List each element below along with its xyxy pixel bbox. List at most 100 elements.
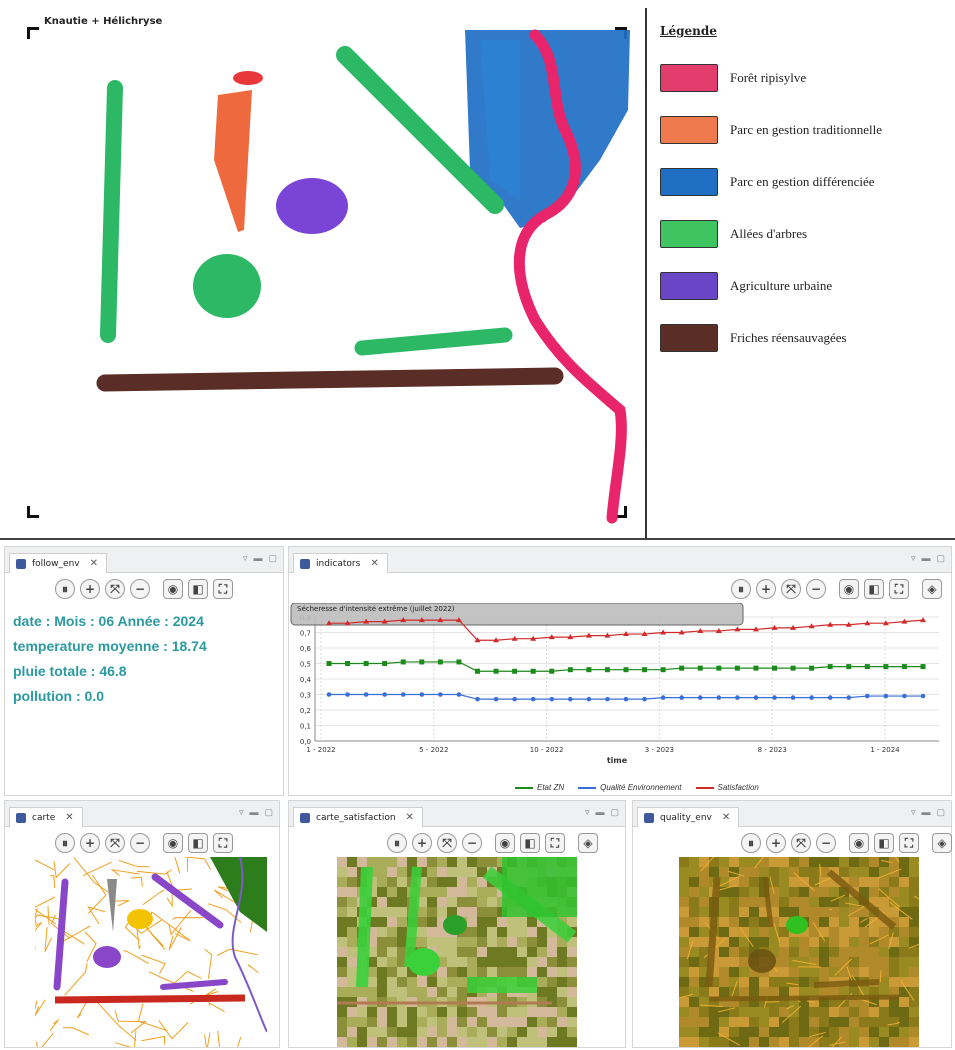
- tab-follow-env[interactable]: follow_env ✕: [9, 553, 108, 573]
- maximize-icon[interactable]: ▢: [936, 553, 945, 564]
- grid-cell: [899, 1027, 909, 1037]
- data-point: [716, 695, 722, 700]
- zoom-in-button[interactable]: +: [756, 579, 776, 599]
- grid-cell: [769, 857, 779, 867]
- fit-button[interactable]: ⤧: [781, 579, 801, 599]
- zoom-out-button[interactable]: −: [130, 833, 150, 853]
- grid-cell: [337, 967, 347, 977]
- minimize-icon[interactable]: ▬: [253, 553, 262, 564]
- tab-carte-satisfaction[interactable]: carte_satisfaction ✕: [293, 807, 423, 827]
- maximize-icon[interactable]: ▢: [610, 807, 619, 818]
- grid-cell: [347, 927, 357, 937]
- background-button[interactable]: ◧: [188, 579, 208, 599]
- grid-cell: [467, 867, 477, 877]
- zoom-in-button[interactable]: +: [412, 833, 432, 853]
- background-button[interactable]: ◧: [874, 833, 894, 853]
- fit-button[interactable]: ⤧: [105, 833, 125, 853]
- snapshot-button[interactable]: ◉: [839, 579, 859, 599]
- grid-cell: [699, 1017, 709, 1027]
- zoom-in-button[interactable]: +: [80, 579, 100, 599]
- fit-button[interactable]: ⤧: [437, 833, 457, 853]
- grid-cell: [447, 897, 457, 907]
- pause-button[interactable]: ⏸: [55, 579, 75, 599]
- layers-button[interactable]: ◈: [922, 579, 942, 599]
- grid-cell: [447, 1007, 457, 1017]
- purple-agri-area: [93, 946, 121, 968]
- background-button[interactable]: ◧: [188, 833, 208, 853]
- close-icon[interactable]: ✕: [406, 812, 414, 823]
- close-icon[interactable]: ✕: [370, 558, 378, 569]
- layers-button[interactable]: ◈: [932, 833, 952, 853]
- grid-cell: [377, 977, 387, 987]
- green-alley-bottom: [354, 327, 513, 356]
- chart-legend-item: Satisfaction: [695, 783, 759, 792]
- zoom-out-button[interactable]: −: [462, 833, 482, 853]
- grid-cell: [397, 1007, 407, 1017]
- dark-strip: [708, 994, 900, 1002]
- fullscreen-button[interactable]: ⛶: [889, 579, 909, 599]
- pause-button[interactable]: ⏸: [731, 579, 751, 599]
- maximize-icon[interactable]: ▢: [268, 553, 277, 564]
- fullscreen-button[interactable]: ⛶: [213, 579, 233, 599]
- pause-button[interactable]: ⏸: [387, 833, 407, 853]
- pause-button[interactable]: ⏸: [741, 833, 761, 853]
- zoom-out-button[interactable]: −: [816, 833, 836, 853]
- green-alley-left: [100, 80, 123, 343]
- snapshot-button[interactable]: ◉: [163, 833, 183, 853]
- grid-cell: [849, 867, 859, 877]
- menu-icon[interactable]: ▿: [239, 807, 244, 818]
- grid-cell: [397, 987, 407, 997]
- close-icon[interactable]: ✕: [722, 812, 730, 823]
- carte-map[interactable]: [35, 857, 267, 1047]
- fullscreen-button[interactable]: ⛶: [213, 833, 233, 853]
- snapshot-button[interactable]: ◉: [849, 833, 869, 853]
- menu-icon[interactable]: ▿: [911, 807, 916, 818]
- tab-carte[interactable]: carte ✕: [9, 807, 83, 827]
- menu-icon[interactable]: ▿: [585, 807, 590, 818]
- grid-cell: [759, 1017, 769, 1027]
- layers-button[interactable]: ◈: [578, 833, 598, 853]
- minimize-icon[interactable]: ▬: [249, 807, 258, 818]
- fullscreen-button[interactable]: ⛶: [899, 833, 919, 853]
- background-button[interactable]: ◧: [520, 833, 540, 853]
- maximize-icon[interactable]: ▢: [936, 807, 945, 818]
- grid-cell: [377, 947, 387, 957]
- snapshot-button[interactable]: ◉: [163, 579, 183, 599]
- minimize-icon[interactable]: ▬: [921, 807, 930, 818]
- grid-cell: [487, 927, 497, 937]
- grid-cell: [899, 877, 909, 887]
- fullscreen-button[interactable]: ⛶: [545, 833, 565, 853]
- fit-button[interactable]: ⤧: [791, 833, 811, 853]
- minimize-icon[interactable]: ▬: [921, 553, 930, 564]
- background-button[interactable]: ◧: [864, 579, 884, 599]
- menu-icon[interactable]: ▿: [911, 553, 916, 564]
- grid-cell: [869, 857, 879, 867]
- zoom-out-button[interactable]: −: [806, 579, 826, 599]
- grid-cell: [507, 947, 517, 957]
- grid-cell: [729, 917, 739, 927]
- tab-quality-env[interactable]: quality_env ✕: [637, 807, 740, 827]
- zoom-in-button[interactable]: +: [80, 833, 100, 853]
- satisfaction-map[interactable]: [337, 857, 577, 1047]
- zoom-in-button[interactable]: +: [766, 833, 786, 853]
- menu-icon[interactable]: ▿: [243, 553, 248, 564]
- snapshot-button[interactable]: ◉: [495, 833, 515, 853]
- grid-cell: [537, 987, 547, 997]
- legend-series-label: Satisfaction: [717, 783, 759, 792]
- legend-series-label: Etat ZN: [537, 783, 565, 792]
- quality-green-spot: [786, 916, 808, 934]
- grid-cell: [699, 937, 709, 947]
- minimize-icon[interactable]: ▬: [595, 807, 604, 818]
- pause-button[interactable]: ⏸: [55, 833, 75, 853]
- close-icon[interactable]: ✕: [65, 812, 73, 823]
- tab-indicators[interactable]: indicators ✕: [293, 553, 388, 573]
- grid-cell: [367, 1037, 377, 1047]
- quality-map[interactable]: [679, 857, 919, 1047]
- zoom-out-button[interactable]: −: [130, 579, 150, 599]
- fit-button[interactable]: ⤧: [105, 579, 125, 599]
- grid-cell: [527, 957, 537, 967]
- grid-cell: [337, 897, 347, 907]
- close-icon[interactable]: ✕: [90, 558, 98, 569]
- green-overlay: [467, 977, 537, 993]
- maximize-icon[interactable]: ▢: [264, 807, 273, 818]
